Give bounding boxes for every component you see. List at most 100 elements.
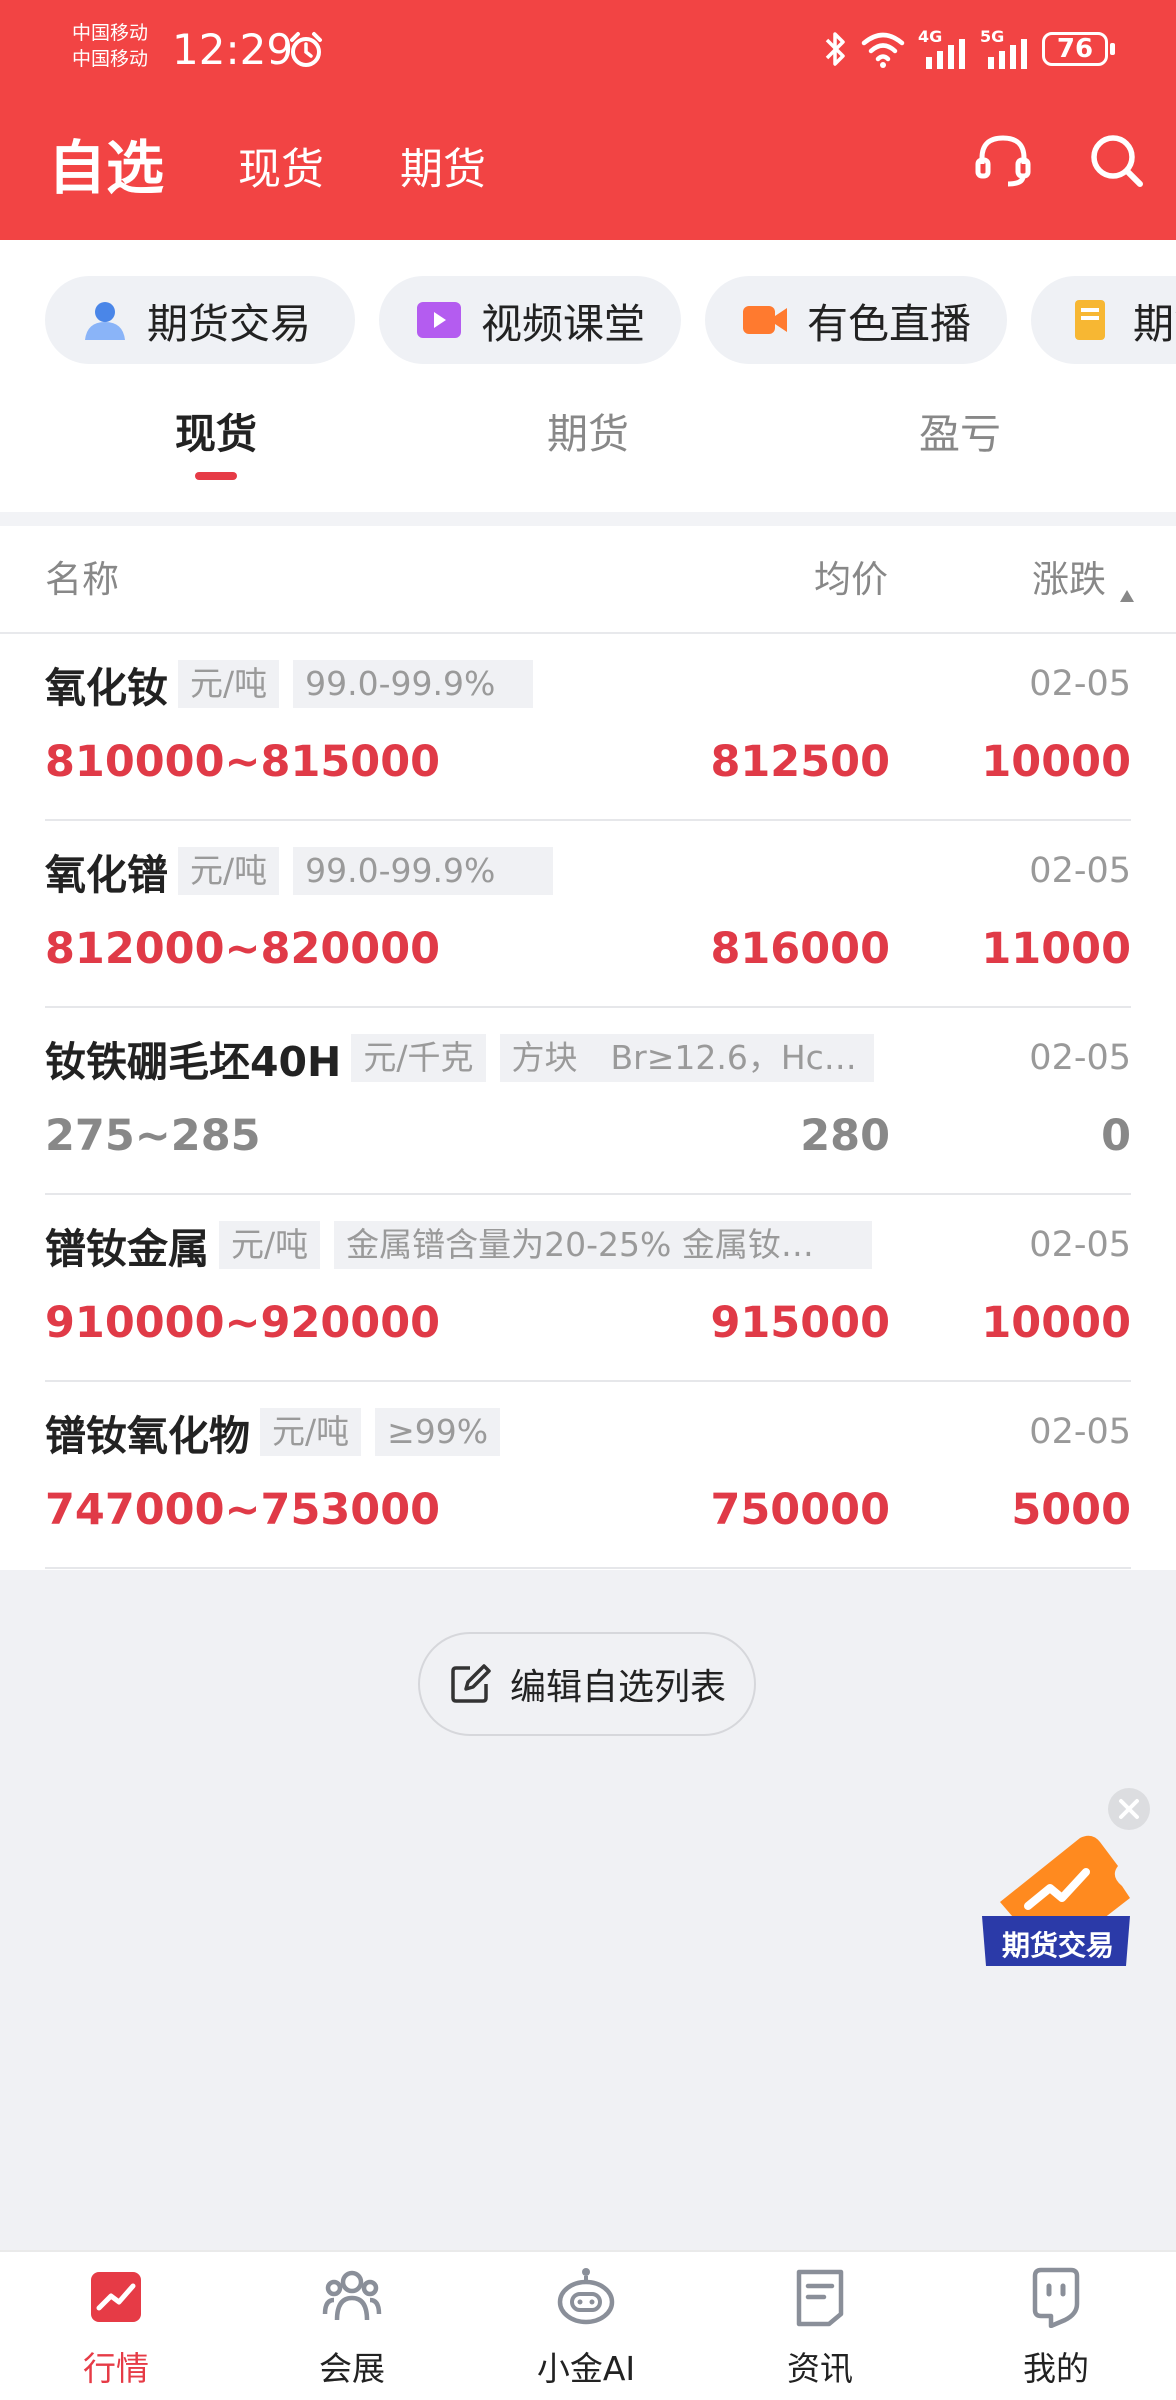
table-row[interactable]: 氧化镨 元/吨 99.0-99.9% 02-05 812000~820000 8…: [0, 821, 1176, 1008]
price-range: 812000~820000: [45, 924, 441, 974]
tab-futures[interactable]: 期货: [400, 142, 486, 198]
status-right: 4G 5G 76: [822, 26, 1115, 72]
price-change: 0: [1101, 1111, 1131, 1161]
nav-profile[interactable]: 我的: [966, 2266, 1146, 2390]
status-time: 12:29: [172, 25, 294, 74]
header-name: 名称: [45, 558, 119, 601]
table-header: 名称 均价 涨跌: [0, 526, 1176, 634]
document-icon: [1075, 300, 1105, 340]
sort-icon[interactable]: [1120, 590, 1134, 602]
price-range: 747000~753000: [45, 1485, 441, 1535]
header-change[interactable]: 涨跌: [1032, 554, 1106, 606]
wifi-icon: [861, 32, 905, 68]
section-divider: [0, 512, 1176, 526]
product-name: 镨钕金属: [45, 1225, 209, 1273]
header-avg-price: 均价: [814, 558, 888, 601]
people-icon: [322, 2270, 382, 2321]
unit-tag: 元/吨: [219, 1221, 321, 1269]
carrier-labels: 中国移动 中国移动: [72, 20, 148, 72]
signal-4g: 4G: [918, 27, 968, 69]
spec-tag: 99.0-99.9%: [293, 660, 534, 708]
price-change: 11000: [981, 924, 1131, 974]
price-date: 02-05: [1029, 1225, 1131, 1265]
search-icon[interactable]: [1086, 130, 1148, 192]
price-range: 910000~920000: [45, 1298, 441, 1348]
profile-icon: [1032, 2267, 1080, 2328]
row-name-line: 氧化钕 元/吨 99.0-99.9%: [45, 658, 547, 712]
price-change: 10000: [981, 1298, 1131, 1348]
edit-button-label: 编辑自选列表: [509, 1667, 726, 1708]
battery-indicator: 76: [1042, 32, 1115, 66]
user-icon: [85, 302, 125, 340]
table-row[interactable]: 钕铁硼毛坯40H 元/千克 方块 Br≥12.6，Hc… 02-05 275~2…: [0, 1008, 1176, 1195]
avg-price: 280: [800, 1111, 890, 1161]
product-name: 氧化钕: [45, 664, 168, 712]
camera-icon: [743, 306, 787, 334]
shortcut-label: 期货: [1133, 300, 1176, 348]
nav-market[interactable]: 行情: [26, 2266, 206, 2390]
shortcut-futures-trading[interactable]: 期货交易: [45, 276, 355, 364]
price-change: 5000: [1011, 1485, 1131, 1535]
spec-tag: ≥99%: [375, 1408, 501, 1456]
spec-tag: 99.0-99.9%: [293, 847, 554, 895]
table-row[interactable]: 氧化钕 元/吨 99.0-99.9% 02-05 810000~815000 8…: [0, 634, 1176, 821]
product-name: 钕铁硼毛坯40H: [45, 1038, 342, 1086]
news-icon: [796, 2269, 844, 2327]
row-name-line: 氧化镨 元/吨 99.0-99.9%: [45, 845, 567, 899]
content-area: 期货交易 视频课堂 有色直播 期货 现货 期货 盈亏: [0, 240, 1176, 1570]
avg-price: 915000: [710, 1298, 890, 1348]
alarm-icon: [290, 32, 322, 67]
nav-news[interactable]: 资讯: [730, 2266, 910, 2390]
unit-tag: 元/吨: [178, 660, 280, 708]
shortcut-video-class[interactable]: 视频课堂: [379, 276, 681, 364]
table-row[interactable]: 镨钕金属 元/吨 金属镨含量为20-25% 金属钕… 02-05 910000~…: [0, 1195, 1176, 1382]
nav-exhibition[interactable]: 会展: [262, 2266, 442, 2390]
product-name: 镨钕氧化物: [45, 1412, 250, 1460]
active-tab-indicator: [195, 472, 237, 480]
app-header: 中国移动 中国移动 12:29 4G 5G 76 自选 现货 期货: [0, 0, 1176, 240]
avg-price: 750000: [710, 1485, 890, 1535]
unit-tag: 元/吨: [178, 847, 280, 895]
table-row[interactable]: 镨钕氧化物 元/吨 ≥99% 02-05 747000~753000 75000…: [0, 1382, 1176, 1569]
avg-price: 816000: [710, 924, 890, 974]
bluetooth-icon: [825, 32, 845, 66]
unit-tag: 元/千克: [351, 1034, 486, 1082]
nav-label: 会展: [319, 2349, 385, 2388]
close-icon[interactable]: [1108, 1788, 1150, 1830]
row-name-line: 镨钕氧化物 元/吨 ≥99%: [45, 1406, 514, 1460]
shortcut-live[interactable]: 有色直播: [705, 276, 1007, 364]
nav-label: 小金AI: [536, 2349, 636, 2388]
price-date: 02-05: [1029, 851, 1131, 891]
edit-icon: [451, 1664, 491, 1703]
chart-icon: [91, 2272, 141, 2322]
shortcut-futures[interactable]: 期货: [1031, 276, 1176, 364]
subtab-futures[interactable]: 期货: [438, 400, 738, 468]
carrier-2: 中国移动: [72, 48, 149, 70]
promo-label: 期货交易: [1001, 1929, 1114, 1962]
nav-ai[interactable]: 小金AI: [496, 2266, 676, 2390]
video-icon: [417, 302, 461, 338]
row-name-line: 钕铁硼毛坯40H 元/千克 方块 Br≥12.6，Hc…: [45, 1032, 888, 1086]
unit-tag: 元/吨: [260, 1408, 362, 1456]
price-change: 10000: [981, 737, 1131, 787]
price-date: 02-05: [1029, 1038, 1131, 1078]
price-range: 275~285: [45, 1111, 261, 1161]
edit-watchlist-button[interactable]: 编辑自选列表: [418, 1632, 756, 1736]
tab-spot[interactable]: 现货: [238, 142, 324, 198]
headset-icon[interactable]: [972, 130, 1034, 192]
subtab-pnl[interactable]: 盈亏: [810, 400, 1110, 468]
nav-label: 行情: [83, 2349, 149, 2388]
shortcut-label: 期货交易: [147, 300, 311, 348]
bottom-nav: 行情 会展 小金AI 资讯 我的: [0, 2250, 1176, 2400]
shortcut-label: 视频课堂: [481, 300, 645, 348]
signal-4g-icon: [926, 39, 965, 69]
shortcut-label: 有色直播: [807, 300, 971, 348]
subtab-spot[interactable]: 现货: [66, 400, 366, 468]
page-title: 自选: [48, 134, 165, 202]
robot-icon: [557, 2268, 615, 2325]
carrier-1: 中国移动: [72, 22, 149, 44]
signal-5g-icon: [988, 39, 1027, 69]
nav-label: 资讯: [787, 2349, 853, 2388]
row-divider: [45, 1567, 1131, 1569]
promo-futures-trading[interactable]: 期货交易: [980, 1832, 1136, 1982]
